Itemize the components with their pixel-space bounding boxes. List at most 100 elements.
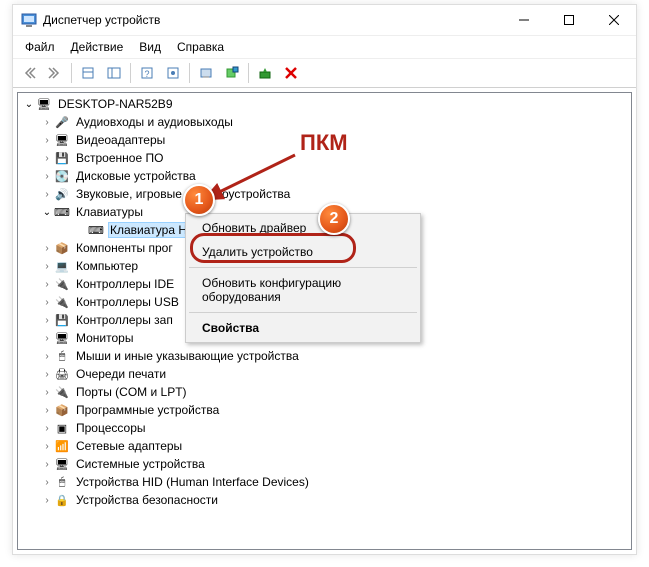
category-label: Устройства безопасности <box>74 493 220 507</box>
device-category[interactable]: ›🔌Порты (COM и LPT) <box>18 383 631 401</box>
category-icon: 📦 <box>54 240 70 256</box>
category-icon: 🖱 <box>54 474 70 490</box>
computer-icon: 🖥 <box>36 96 52 112</box>
category-label: Системные устройства <box>74 457 207 471</box>
expand-icon[interactable]: › <box>40 387 54 398</box>
device-category[interactable]: ›📦 Программные устройства <box>18 401 631 419</box>
expand-icon[interactable]: › <box>40 153 54 164</box>
device-category[interactable]: ›🖱 Мыши и иные указывающие устройства <box>18 347 631 365</box>
category-icon: 🔌 <box>54 276 70 292</box>
device-category[interactable]: ›🖨 Очереди печати <box>18 365 631 383</box>
toolbar-btn-7[interactable] <box>253 61 277 85</box>
tree-root[interactable]: ⌄🖥 DESKTOP-NAR52B9 <box>18 95 631 113</box>
toolbar-btn-4[interactable] <box>161 61 185 85</box>
category-label: Звуковые, игровые и видеоустройства <box>74 187 292 201</box>
ctx-properties[interactable]: Свойства <box>188 316 418 340</box>
titlebar: Диспетчер устройств <box>13 5 636 36</box>
toolbar-btn-5[interactable] <box>194 61 218 85</box>
category-label: Мониторы <box>74 331 135 345</box>
menu-help[interactable]: Справка <box>169 38 232 56</box>
device-category[interactable]: ›💾 Встроенное ПО <box>18 149 631 167</box>
device-category[interactable]: ›🔊Звуковые, игровые и видеоустройства <box>18 185 631 203</box>
category-label: Клавиатуры <box>74 205 145 219</box>
context-menu: Обновить драйвер Удалить устройство Обно… <box>185 213 421 343</box>
category-icon: 🖱 <box>54 348 70 364</box>
category-icon: 🖥 <box>54 330 70 346</box>
device-category[interactable]: ›🖥 Видеоадаптеры <box>18 131 631 149</box>
expand-icon[interactable]: › <box>40 351 54 362</box>
expand-icon[interactable]: › <box>40 297 54 308</box>
expand-icon[interactable]: › <box>40 243 54 254</box>
root-label: DESKTOP-NAR52B9 <box>56 97 175 111</box>
expand-icon[interactable]: › <box>40 117 54 128</box>
device-category[interactable]: ›🔒 Устройства безопасности <box>18 491 631 509</box>
device-category[interactable]: ›▣Процессоры <box>18 419 631 437</box>
toolbar-help-icon[interactable]: ? <box>135 61 159 85</box>
maximize-button[interactable] <box>546 5 591 35</box>
menu-action[interactable]: Действие <box>63 38 132 56</box>
device-category[interactable]: ›🎤Аудиовходы и аудиовыходы <box>18 113 631 131</box>
window-title: Диспетчер устройств <box>43 13 501 27</box>
expand-icon[interactable]: ⌄ <box>40 207 54 218</box>
back-button[interactable] <box>17 61 41 85</box>
category-label: Очереди печати <box>74 367 168 381</box>
category-icon: 💽 <box>54 168 70 184</box>
expand-icon[interactable]: › <box>40 189 54 200</box>
device-category[interactable]: ›🖱 Устройства HID (Human Interface Device… <box>18 473 631 491</box>
device-category[interactable]: ›📶 Сетевые адаптеры <box>18 437 631 455</box>
toolbar-scan-icon[interactable] <box>220 61 244 85</box>
category-icon: 📶 <box>54 438 70 454</box>
close-button[interactable] <box>591 5 636 35</box>
category-label: Компоненты прог <box>74 241 175 255</box>
forward-button[interactable] <box>43 61 67 85</box>
category-icon: 🔌 <box>54 384 70 400</box>
category-icon: 🔒 <box>54 492 70 508</box>
category-label: Встроенное ПО <box>74 151 165 165</box>
expand-icon[interactable]: › <box>40 135 54 146</box>
menu-view[interactable]: Вид <box>131 38 169 56</box>
expand-icon[interactable]: › <box>40 333 54 344</box>
category-icon: 📦 <box>54 402 70 418</box>
expand-icon[interactable]: › <box>40 369 54 380</box>
category-icon: 💾 <box>54 150 70 166</box>
ctx-rescan[interactable]: Обновить конфигурацию оборудования <box>188 271 418 309</box>
expand-icon[interactable]: › <box>40 477 54 488</box>
expand-icon[interactable]: › <box>40 279 54 290</box>
category-label: Дисковые устройства <box>74 169 198 183</box>
category-icon: 🖥 <box>54 132 70 148</box>
category-label: Компьютер <box>74 259 140 273</box>
minimize-button[interactable] <box>501 5 546 35</box>
expand-icon[interactable]: › <box>40 261 54 272</box>
category-icon: ▣ <box>54 420 70 436</box>
category-label: Контроллеры зап <box>74 313 175 327</box>
expand-icon[interactable]: › <box>40 405 54 416</box>
category-icon: 💻 <box>54 258 70 274</box>
ctx-remove-device[interactable]: Удалить устройство <box>188 240 418 264</box>
menubar: Файл Действие Вид Справка <box>13 36 636 59</box>
device-category[interactable]: ›🖥 Системные устройства <box>18 455 631 473</box>
category-icon: 🖥 <box>54 456 70 472</box>
expand-icon[interactable]: ⌄ <box>22 99 36 110</box>
category-label: Видеоадаптеры <box>74 133 167 147</box>
category-label: Устройства HID (Human Interface Devices) <box>74 475 311 489</box>
toolbar-btn-2[interactable] <box>102 61 126 85</box>
category-icon: 🖨 <box>54 366 70 382</box>
svg-text:?: ? <box>144 69 149 79</box>
device-category[interactable]: ›💽 Дисковые устройства <box>18 167 631 185</box>
expand-icon[interactable]: › <box>40 495 54 506</box>
category-label: Мыши и иные указывающие устройства <box>74 349 301 363</box>
menu-file[interactable]: Файл <box>17 38 63 56</box>
ctx-update-driver[interactable]: Обновить драйвер <box>188 216 418 240</box>
category-label: Сетевые адаптеры <box>74 439 184 453</box>
expand-icon[interactable]: › <box>40 315 54 326</box>
expand-icon[interactable]: › <box>40 423 54 434</box>
expand-icon[interactable]: › <box>40 459 54 470</box>
category-icon: ⌨ <box>88 222 104 238</box>
app-icon <box>21 12 37 28</box>
category-label: Контроллеры USB <box>74 295 181 309</box>
toolbar-delete-icon[interactable] <box>279 61 303 85</box>
expand-icon[interactable]: › <box>40 171 54 182</box>
category-label: Программные устройства <box>74 403 221 417</box>
expand-icon[interactable]: › <box>40 441 54 452</box>
toolbar-btn-1[interactable] <box>76 61 100 85</box>
